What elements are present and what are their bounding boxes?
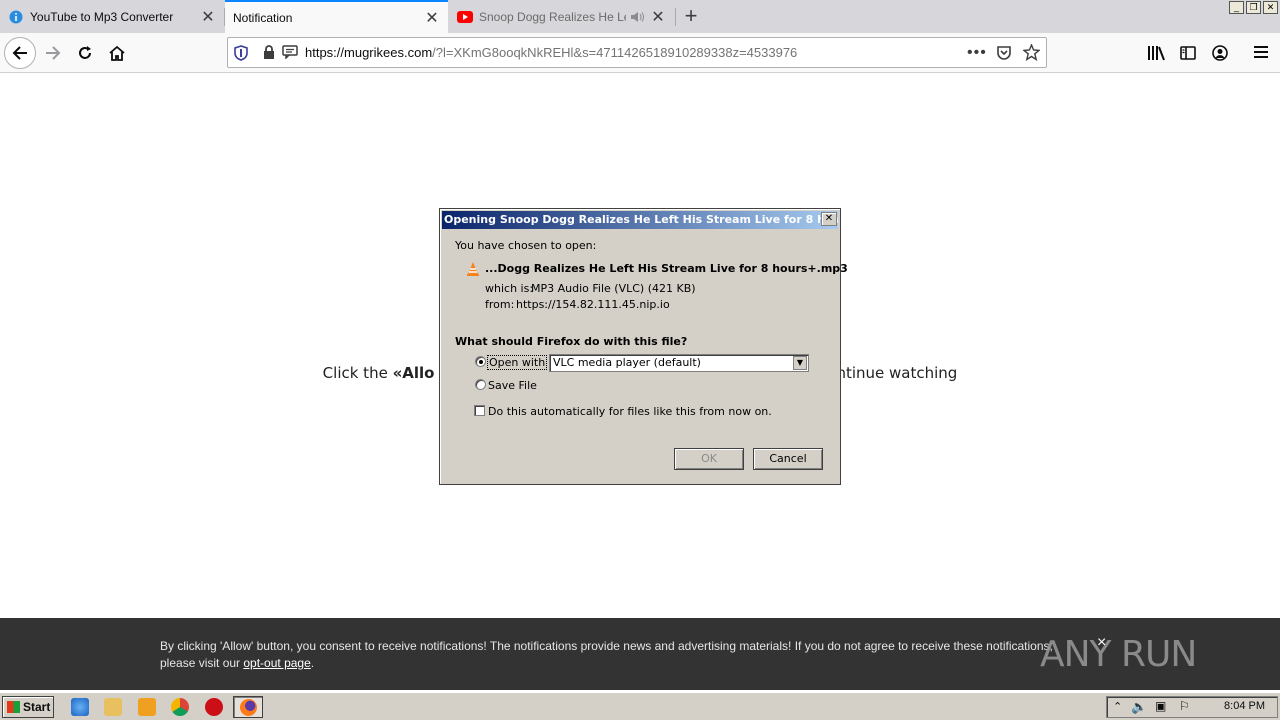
url-path: /?l=XKmG8ooqkNkREHl&s=471142651891028933… bbox=[432, 45, 798, 60]
dialog-titlebar[interactable]: Opening Snoop Dogg Realizes He Left His … bbox=[442, 211, 838, 229]
message-allow-keyword: «Allo bbox=[392, 364, 435, 382]
close-tab-icon[interactable]: ✕ bbox=[650, 9, 666, 26]
file-explorer-icon[interactable] bbox=[104, 698, 122, 716]
open-with-selected-value: VLC media player (default) bbox=[553, 356, 701, 369]
from-label: from: bbox=[485, 298, 515, 311]
open-with-radio[interactable] bbox=[475, 356, 486, 367]
ok-button[interactable]: OK bbox=[674, 448, 744, 470]
forward-arrow-icon bbox=[46, 46, 61, 60]
firefox-icon bbox=[240, 699, 257, 716]
dropdown-arrow-icon[interactable]: ▼ bbox=[793, 356, 807, 370]
speaker-icon[interactable] bbox=[630, 9, 646, 25]
back-button[interactable] bbox=[4, 37, 36, 69]
restore-button[interactable]: ❐ bbox=[1246, 1, 1261, 14]
message-text-right: ntinue watching bbox=[836, 364, 958, 382]
tab-youtube-mp3-converter[interactable]: YouTube to Mp3 Converter ✕ bbox=[0, 0, 224, 33]
tab-title: Snoop Dogg Realizes He Left bbox=[479, 9, 626, 24]
from-value: https://154.82.111.45.nip.io bbox=[516, 298, 670, 311]
home-button[interactable] bbox=[101, 37, 133, 69]
close-window-button[interactable]: ✕ bbox=[1263, 1, 1278, 14]
action-center-flag-icon[interactable]: ⚐ bbox=[1179, 699, 1190, 713]
window-controls: _ ❐ ✕ bbox=[1229, 1, 1278, 14]
consent-text: By clicking 'Allow' button, you consent … bbox=[160, 638, 1080, 672]
tab-title: YouTube to Mp3 Converter bbox=[30, 9, 174, 24]
dialog-close-button[interactable]: ✕ bbox=[821, 212, 837, 226]
open-with-select[interactable]: VLC media player (default) ▼ bbox=[549, 354, 809, 372]
start-label: Start bbox=[23, 700, 51, 714]
youtube-icon bbox=[457, 9, 473, 25]
chrome-icon[interactable] bbox=[171, 698, 189, 716]
url-domain: https://mugrikees.com bbox=[305, 45, 433, 60]
taskbar-firefox-button[interactable] bbox=[233, 696, 263, 718]
pocket-icon[interactable] bbox=[996, 45, 1012, 64]
tray-expand-icon[interactable]: ⌃ bbox=[1113, 700, 1122, 713]
tracking-shield-icon[interactable] bbox=[234, 45, 248, 64]
info-icon bbox=[8, 9, 24, 25]
tab-title: Notification bbox=[233, 10, 293, 25]
save-file-radio[interactable] bbox=[475, 379, 486, 390]
file-type-value: MP3 Audio File (VLC) (421 KB) bbox=[531, 282, 696, 295]
system-tray: ⌃ 🔈 ▣ ⚐ 8:04 PM bbox=[1106, 696, 1278, 718]
download-dialog: Opening Snoop Dogg Realizes He Left His … bbox=[439, 208, 848, 485]
chosen-to-open-label: You have chosen to open: bbox=[455, 239, 597, 252]
close-tab-icon[interactable]: ✕ bbox=[200, 9, 216, 26]
new-tab-button[interactable]: + bbox=[680, 5, 702, 28]
network-icon[interactable]: ▣ bbox=[1155, 699, 1166, 713]
open-with-label[interactable]: Open with bbox=[487, 355, 548, 370]
file-name: ...Dogg Realizes He Left His Stream Live… bbox=[485, 262, 848, 275]
sidebar-icon[interactable] bbox=[1180, 45, 1196, 64]
internet-explorer-icon[interactable] bbox=[71, 698, 89, 716]
action-question: What should Firefox do with this file? bbox=[455, 335, 688, 348]
minimize-button[interactable]: _ bbox=[1229, 1, 1244, 14]
tab-snoop-dogg[interactable]: Snoop Dogg Realizes He Left ✕ bbox=[449, 0, 674, 33]
cancel-button[interactable]: Cancel bbox=[753, 448, 823, 470]
bookmark-star-icon[interactable] bbox=[1022, 43, 1041, 64]
reload-button[interactable] bbox=[69, 37, 101, 69]
auto-action-label[interactable]: Do this automatically for files like thi… bbox=[488, 405, 772, 418]
vlc-file-icon bbox=[466, 261, 480, 280]
url-text[interactable]: https://mugrikees.com/?l=XKmG8ooqkNkREHl… bbox=[305, 45, 797, 60]
tab-strip: YouTube to Mp3 Converter ✕ Notification … bbox=[0, 0, 1280, 33]
opt-out-link[interactable]: opt-out page bbox=[243, 656, 310, 670]
volume-icon[interactable]: 🔈 bbox=[1131, 699, 1147, 715]
notification-permission-icon[interactable] bbox=[282, 45, 298, 62]
menu-icon[interactable] bbox=[1253, 45, 1269, 62]
library-icon[interactable] bbox=[1147, 45, 1165, 64]
back-arrow-icon bbox=[12, 46, 27, 60]
windows-logo-icon bbox=[7, 701, 20, 713]
start-button[interactable]: Start bbox=[2, 696, 54, 718]
which-is-label: which is: bbox=[485, 282, 534, 295]
consent-notification-bar: By clicking 'Allow' button, you consent … bbox=[0, 618, 1280, 690]
home-icon bbox=[109, 45, 125, 61]
tab-separator bbox=[675, 8, 676, 26]
message-text-left: Click the bbox=[322, 364, 393, 382]
close-tab-icon[interactable]: ✕ bbox=[424, 10, 440, 27]
notification-close-button[interactable]: × bbox=[1097, 634, 1106, 652]
tab-notification[interactable]: Notification ✕ bbox=[225, 0, 448, 33]
save-file-label[interactable]: Save File bbox=[488, 379, 537, 392]
navigation-toolbar: https://mugrikees.com/?l=XKmG8ooqkNkREHl… bbox=[0, 33, 1280, 73]
windows-taskbar: Start ⌃ 🔈 ▣ ⚐ 8:04 PM bbox=[0, 692, 1280, 720]
lock-icon[interactable] bbox=[263, 45, 275, 63]
url-bar[interactable]: https://mugrikees.com/?l=XKmG8ooqkNkREHl… bbox=[227, 37, 1047, 68]
clock[interactable]: 8:04 PM bbox=[1224, 700, 1265, 712]
media-player-icon[interactable] bbox=[138, 698, 156, 716]
account-icon[interactable] bbox=[1212, 45, 1228, 64]
forward-button[interactable] bbox=[37, 37, 69, 69]
reload-icon bbox=[79, 46, 91, 59]
anyrun-watermark: ANY RUN bbox=[1040, 633, 1197, 675]
opera-icon[interactable] bbox=[205, 698, 223, 716]
dialog-title: Opening Snoop Dogg Realizes He Left His … bbox=[444, 213, 838, 226]
auto-action-checkbox[interactable] bbox=[474, 405, 485, 416]
page-actions-icon[interactable]: ••• bbox=[967, 44, 987, 62]
consent-period: . bbox=[310, 656, 315, 670]
